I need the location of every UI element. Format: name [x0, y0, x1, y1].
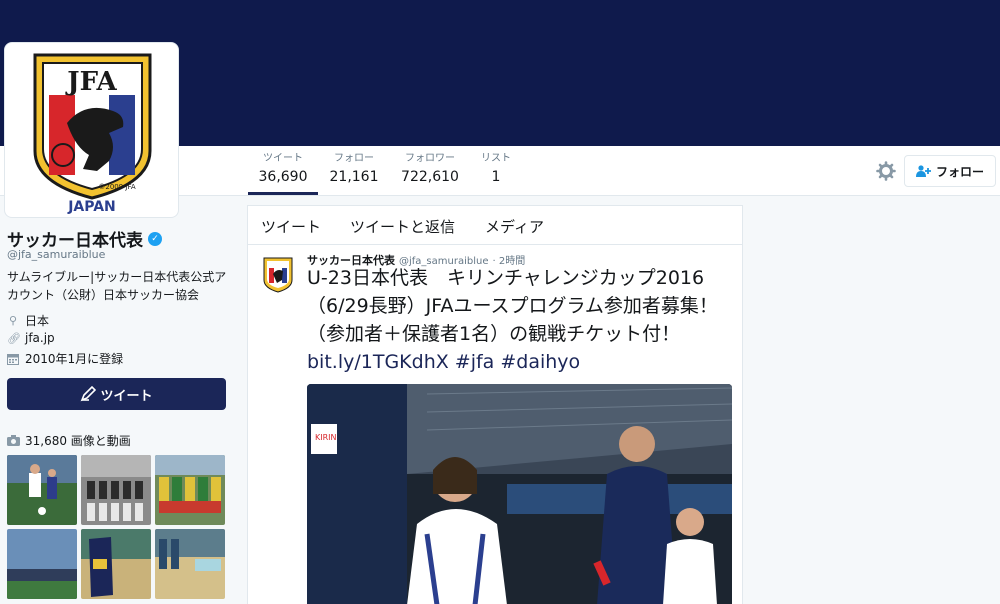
- location-pin-icon: ⚲: [8, 314, 18, 327]
- photos-videos-link[interactable]: 31,680 画像と動画: [7, 432, 131, 449]
- stat-following[interactable]: フォロー 21,161: [322, 152, 386, 195]
- profile-website[interactable]: 🔗︎ jfa.jp: [7, 331, 55, 345]
- tweet-body: U-23日本代表 キリンチャレンジカップ2016（6/29長野）JFAユースプロ…: [307, 267, 718, 345]
- media-thumbnail-image: [81, 455, 151, 525]
- profile-joined-text: 2010年1月に登録: [25, 352, 124, 366]
- tweet-hashtags[interactable]: #jfa #daihyo: [455, 351, 580, 373]
- media-thumbnail-image: [81, 529, 151, 599]
- emblem-abbr: JFA: [65, 67, 117, 97]
- profile-bio: サムライブルー|サッカー日本代表公式アカウント（公財）日本サッカー協会: [7, 270, 227, 302]
- media-thumbnail-image: [7, 529, 77, 599]
- follow-button-label: フォロー: [935, 164, 984, 179]
- photo-sponsor-text: KIRIN: [315, 433, 337, 442]
- add-user-icon: [915, 165, 931, 177]
- media-thumbnail-image: [155, 455, 225, 525]
- media-thumbnail[interactable]: [81, 455, 151, 525]
- follow-button[interactable]: フォロー: [904, 155, 996, 187]
- link-icon: 🔗︎: [7, 331, 21, 345]
- tweet-avatar[interactable]: [262, 256, 294, 294]
- stat-lists-value: 1: [491, 169, 501, 185]
- stat-following-value: 21,161: [329, 169, 379, 185]
- media-thumbnail-image: [7, 455, 77, 525]
- verified-badge-icon: ✓: [148, 231, 162, 246]
- tab-media[interactable]: メディア: [485, 216, 544, 237]
- emblem-copyright: ©2009 JFA: [98, 183, 135, 191]
- timeline-tabs: ツイート ツイートと返信 メディア: [248, 206, 742, 245]
- stat-following-label: フォロー: [334, 153, 374, 164]
- stat-lists[interactable]: リスト 1: [472, 152, 520, 195]
- media-thumbnail[interactable]: [7, 455, 77, 525]
- tweet-to-button-label: ツイート: [100, 388, 153, 404]
- jfa-emblem-icon: JFA ©2009 JFA JAPAN: [33, 53, 152, 215]
- media-thumbnail[interactable]: [7, 529, 77, 599]
- compose-icon: [81, 386, 97, 402]
- emblem-country: JAPAN: [67, 199, 116, 215]
- stat-followers-label: フォロワー: [405, 153, 455, 164]
- media-thumbnail-image: [155, 529, 225, 599]
- media-thumbnail[interactable]: [81, 529, 151, 599]
- tweet-link[interactable]: bit.ly/1TGKdhX: [307, 351, 449, 373]
- profile-website-text[interactable]: jfa.jp: [25, 331, 55, 345]
- tweet-photo-image: KIRIN: [307, 384, 732, 604]
- calendar-icon: [7, 353, 19, 365]
- camera-icon: [7, 435, 20, 446]
- profile-avatar[interactable]: JFA ©2009 JFA JAPAN: [4, 42, 179, 218]
- stat-lists-label: リスト: [481, 153, 511, 164]
- stat-tweets-label: ツイート: [263, 153, 303, 164]
- profile-location-text: 日本: [25, 314, 50, 328]
- stat-tweets[interactable]: ツイート 36,690: [248, 152, 318, 195]
- media-thumbnail[interactable]: [155, 455, 225, 525]
- tweet-text: U-23日本代表 キリンチャレンジカップ2016（6/29長野）JFAユースプロ…: [307, 264, 737, 376]
- media-thumbnail[interactable]: [155, 529, 225, 599]
- profile-joined: 2010年1月に登録: [7, 350, 123, 367]
- profile-handle[interactable]: @jfa_samuraiblue: [7, 248, 105, 261]
- tab-tweets[interactable]: ツイート: [261, 216, 321, 237]
- stat-followers-value: 722,610: [401, 169, 459, 185]
- tab-tweets-and-replies[interactable]: ツイートと返信: [350, 216, 455, 237]
- gear-icon[interactable]: [876, 161, 896, 181]
- stat-tweets-value: 36,690: [258, 169, 308, 185]
- profile-location: ⚲ 日本: [7, 312, 49, 329]
- photos-videos-count: 31,680 画像と動画: [25, 434, 131, 448]
- tweet-photo[interactable]: KIRIN: [307, 384, 732, 604]
- tweet-to-button[interactable]: ツイート: [7, 378, 226, 410]
- stat-followers[interactable]: フォロワー 722,610: [396, 152, 464, 195]
- timeline: ツイート ツイートと返信 メディア サッカー日本代表 @jfa_samuraib…: [247, 205, 743, 604]
